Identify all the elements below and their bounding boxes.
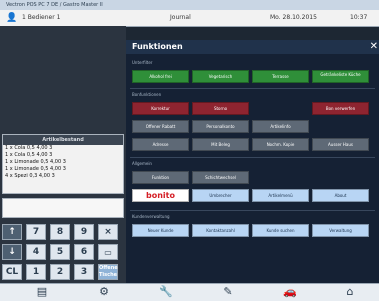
list-item[interactable]: 4 x Spezi 0,3 4,00 3 [3,173,123,180]
panel-title: Funktionen [132,42,183,51]
nochm-kopie-button[interactable]: Nochm. Kopie [252,138,309,151]
korrektur-button[interactable]: Korrektur [132,102,189,115]
storno-button[interactable]: Storno [192,102,249,115]
bonito-logo: bonito [146,191,175,200]
order-list-header: Artikelbestand [3,135,123,145]
list-item[interactable]: 1 x Cola 0,5 4,00 3 [3,145,123,152]
person-icon[interactable]: 👤 [6,10,17,26]
clear-key[interactable]: CL [2,264,22,280]
divider [130,210,375,211]
terrasse-button[interactable]: Terrasse [252,70,309,83]
date-label: Mo. 28.10.2015 [270,14,317,21]
key-2[interactable]: 2 [50,264,70,280]
about-button[interactable]: About [312,189,369,202]
open-tables-button[interactable]: Offene Tische [98,264,118,280]
neuer-kunde-button[interactable]: Neuer Kunde [132,224,189,237]
vegetarisch-button[interactable]: Vegetarisch [192,70,249,83]
input-display [2,198,124,218]
key-7[interactable]: 7 [26,224,46,240]
operator-label: 1 Bediener 1 [22,14,61,21]
alkohol-frei-button[interactable]: Alkohol frei [132,70,189,83]
notepad-icon[interactable]: ▤ [34,285,50,299]
divider [130,88,375,89]
key-4[interactable]: 4 [26,244,46,260]
key-6[interactable]: 6 [74,244,94,260]
kontaktanzahl-button[interactable]: Kontaktanzahl [192,224,249,237]
divider [130,157,375,158]
offener-rabatt-button[interactable]: Offener Rabatt [132,120,189,133]
close-icon[interactable]: ✕ [370,40,378,54]
pencil-icon[interactable]: ✎ [220,285,236,299]
kunde-suchen-button[interactable]: Kunde suchen [252,224,309,237]
list-item[interactable]: 1 x Limonade 0,5 4,00 3 [3,159,123,166]
adresse-button[interactable]: Adresse [132,138,189,151]
multiply-key[interactable]: × [98,224,118,240]
key-8[interactable]: 8 [50,224,70,240]
key-9[interactable]: 9 [74,224,94,240]
window-title: Vectron POS PC 7 DE / Gastro Master II [6,2,103,8]
top-bar: 👤 1 Bediener 1 Journal Mo. 28.10.2015 10… [0,10,379,27]
car-icon[interactable]: 🚗 [282,285,298,299]
table-icon[interactable]: ▭ [98,244,118,260]
functions-panel: Funktionen ✕ Unterfilter Alkohol frei Ve… [126,40,379,283]
section-label: Bonfunktionen [132,92,162,97]
wrench-icon[interactable]: 🔧 [158,285,174,299]
umbrecher-button[interactable]: Umbrecher [192,189,249,202]
order-list[interactable]: Artikelbestand 1 x Cola 0,5 4,00 3 1 x C… [2,134,124,194]
key-3[interactable]: 3 [74,264,94,280]
panel-header: Funktionen ✕ [126,40,379,54]
key-5[interactable]: 5 [50,244,70,260]
getraenkeliste-button[interactable]: Getränkeliste Küche [312,70,369,83]
gears-icon[interactable]: ⚙ [96,285,112,299]
schichtwechsel-button[interactable]: Schichtwechsel [192,171,249,184]
bonito-logo-button[interactable]: bonito [132,189,189,202]
up-arrow-key[interactable]: ↑ [2,224,22,240]
section-label: Allgemein [132,161,152,166]
personalkonto-button[interactable]: Personalkonto [192,120,249,133]
journal-label[interactable]: Journal [170,10,191,26]
section-label: Unterfilter [132,60,153,65]
funktion-button[interactable]: Funktion [132,171,189,184]
home-icon[interactable]: ⌂ [342,285,358,299]
time-label: 10:37 [350,14,368,21]
artikelmenu-button[interactable]: Artikelmenü [252,189,309,202]
bon-verwerfen-button[interactable]: Bon verwerfen [312,102,369,115]
verwaltung-button[interactable]: Verwaltung [312,224,369,237]
key-1[interactable]: 1 [26,264,46,280]
list-item[interactable]: 1 x Limonade 0,5 4,00 3 [3,166,123,173]
left-panel: Artikelbestand 1 x Cola 0,5 4,00 3 1 x C… [0,26,126,300]
window-titlebar: Vectron POS PC 7 DE / Gastro Master II [0,0,379,10]
ausser-haus-button[interactable]: Ausser Haus [312,138,369,151]
down-arrow-key[interactable]: ↓ [2,244,22,260]
mit-beleg-button[interactable]: Mit Beleg [192,138,249,151]
bottom-toolbar: ▤ ⚙ 🔧 ✎ 🚗 ⌂ [0,283,379,301]
artikelinfo-button[interactable]: Artikelinfo [252,120,309,133]
list-item[interactable]: 1 x Cola 0,5 4,00 3 [3,152,123,159]
section-label: Kundenverwaltung [132,214,170,219]
